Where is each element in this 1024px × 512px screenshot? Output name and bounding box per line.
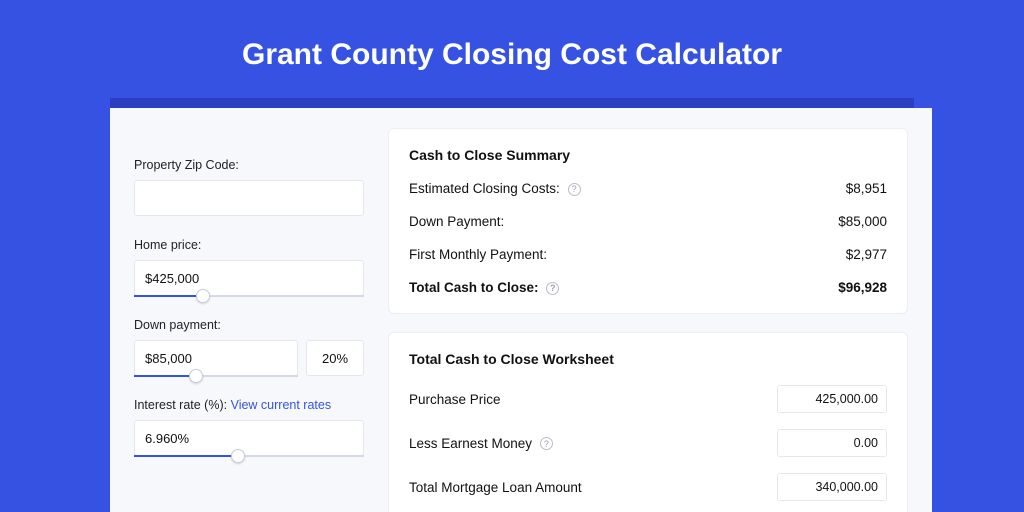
worksheet-input[interactable]	[777, 385, 887, 413]
summary-row: First Monthly Payment: $2,977	[409, 247, 887, 262]
label-text: Less Earnest Money	[409, 436, 532, 451]
summary-total-value: $96,928	[838, 280, 887, 295]
home-price-label: Home price:	[134, 238, 364, 252]
summary-row-value: $85,000	[838, 214, 887, 229]
interest-rate-slider[interactable]	[134, 420, 364, 456]
zip-field: Property Zip Code:	[134, 158, 364, 216]
page-title: Grant County Closing Cost Calculator	[0, 0, 1024, 98]
worksheet-row: Purchase Price	[409, 385, 887, 413]
slider-fill	[134, 455, 238, 457]
worksheet-row-label: Less Earnest Money ?	[409, 436, 553, 451]
down-payment-input[interactable]	[134, 340, 298, 376]
down-payment-label: Down payment:	[134, 318, 364, 332]
summary-row-label: First Monthly Payment:	[409, 247, 547, 262]
summary-total-row: Total Cash to Close: ? $96,928	[409, 280, 887, 295]
slider-thumb[interactable]	[189, 369, 203, 383]
label-text: Total Cash to Close:	[409, 280, 539, 295]
down-payment-percent[interactable]: 20%	[306, 340, 364, 376]
worksheet-input[interactable]	[777, 473, 887, 501]
summary-row-label: Estimated Closing Costs: ?	[409, 181, 581, 196]
worksheet-title: Total Cash to Close Worksheet	[409, 351, 887, 367]
worksheet-row: Total Mortgage Loan Amount	[409, 473, 887, 501]
interest-rate-input[interactable]	[134, 420, 364, 456]
interest-rate-label: Interest rate (%): View current rates	[134, 398, 364, 412]
interest-rate-label-text: Interest rate (%):	[134, 398, 227, 412]
slider-thumb[interactable]	[231, 449, 245, 463]
summary-panel: Cash to Close Summary Estimated Closing …	[388, 128, 908, 314]
home-price-field: Home price:	[134, 238, 364, 296]
inputs-column: Property Zip Code: Home price: Down paym…	[134, 128, 364, 512]
results-column: Cash to Close Summary Estimated Closing …	[388, 128, 908, 512]
worksheet-row-label: Purchase Price	[409, 392, 501, 407]
summary-title: Cash to Close Summary	[409, 147, 887, 163]
slider-fill	[134, 295, 203, 297]
slider-thumb[interactable]	[196, 289, 210, 303]
summary-row-value: $8,951	[846, 181, 887, 196]
worksheet-row: Less Earnest Money ?	[409, 429, 887, 457]
zip-label: Property Zip Code:	[134, 158, 364, 172]
slider-fill	[134, 375, 196, 377]
down-payment-field: Down payment: 20%	[134, 318, 364, 376]
summary-row: Estimated Closing Costs: ? $8,951	[409, 181, 887, 196]
label-text: Estimated Closing Costs:	[409, 181, 560, 196]
worksheet-input[interactable]	[777, 429, 887, 457]
zip-input[interactable]	[134, 180, 364, 216]
home-price-slider[interactable]	[134, 260, 364, 296]
summary-row-value: $2,977	[846, 247, 887, 262]
help-icon[interactable]: ?	[540, 437, 553, 450]
help-icon[interactable]: ?	[568, 183, 581, 196]
summary-row: Down Payment: $85,000	[409, 214, 887, 229]
interest-rate-field: Interest rate (%): View current rates	[134, 398, 364, 456]
calculator-card: Property Zip Code: Home price: Down paym…	[110, 108, 932, 512]
worksheet-row-label: Total Mortgage Loan Amount	[409, 480, 582, 495]
worksheet-panel: Total Cash to Close Worksheet Purchase P…	[388, 332, 908, 512]
card-shadow: Property Zip Code: Home price: Down paym…	[110, 98, 914, 512]
view-rates-link[interactable]: View current rates	[231, 398, 332, 412]
help-icon[interactable]: ?	[546, 282, 559, 295]
summary-row-label: Down Payment:	[409, 214, 504, 229]
summary-total-label: Total Cash to Close: ?	[409, 280, 559, 295]
down-payment-slider[interactable]	[134, 340, 298, 376]
home-price-input[interactable]	[134, 260, 364, 296]
